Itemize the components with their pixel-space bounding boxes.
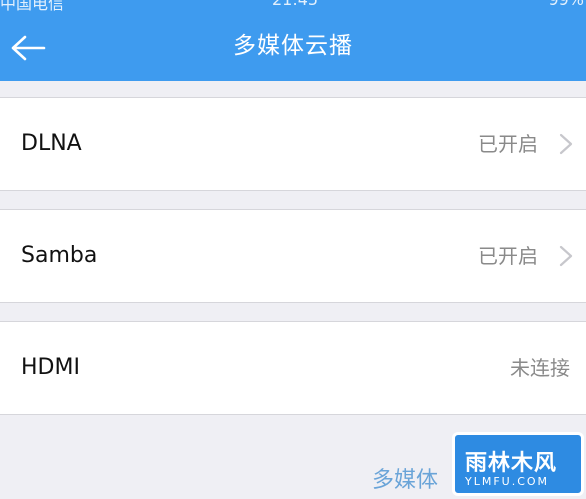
carrier-label: 中国电信	[0, 0, 65, 13]
status-time: 21:45	[272, 0, 318, 9]
status-bar: 中国电信 21:45 99%	[0, 0, 586, 13]
dlna-row[interactable]: DLNA 已开启	[0, 97, 586, 191]
hdmi-status: 未连接	[510, 356, 570, 380]
watermark-text: 多媒体	[372, 468, 439, 493]
hdmi-row[interactable]: HDMI 未连接	[0, 321, 586, 415]
samba-label: Samba	[21, 243, 98, 268]
dlna-label: DLNA	[21, 131, 82, 156]
chevron-right-icon	[559, 133, 573, 155]
dlna-status: 已开启	[478, 132, 538, 156]
watermark-logo: 雨林木风 YLMFU.COM	[452, 432, 584, 496]
page-title: 多媒体云播	[233, 33, 353, 59]
app-header: 中国电信 21:45 99% 多媒体云播	[0, 0, 586, 81]
watermark-url: YLMFU.COM	[465, 475, 550, 488]
samba-status: 已开启	[478, 244, 538, 268]
watermark-logo-text: 雨林木风	[465, 451, 558, 476]
samba-row[interactable]: Samba 已开启	[0, 209, 586, 303]
hdmi-label: HDMI	[21, 355, 80, 380]
chevron-right-icon	[559, 245, 573, 267]
battery-level: 99%	[548, 0, 584, 9]
watermark: 多媒体 雨林木风 YLMFU.COM	[372, 432, 586, 499]
